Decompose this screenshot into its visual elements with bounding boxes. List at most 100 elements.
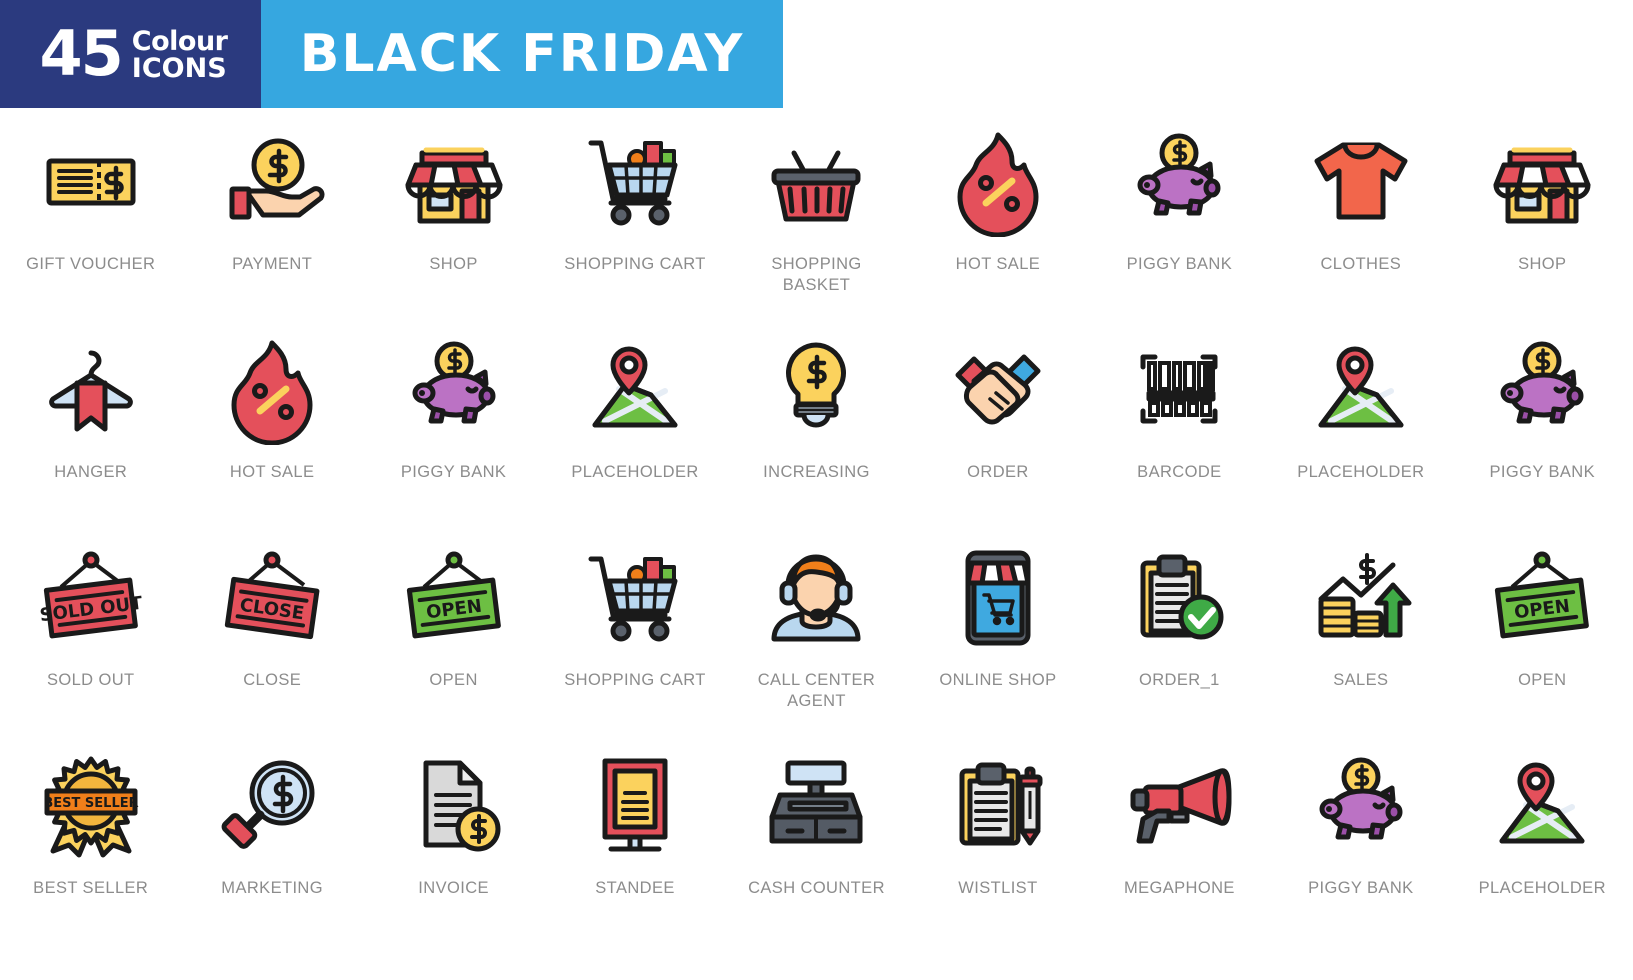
icon-cell-shop-2[interactable]: SHOP	[1452, 108, 1633, 316]
icon-label: HANGER	[54, 463, 128, 481]
icon-cell-order-1[interactable]: ORDER_1	[1089, 524, 1270, 732]
icon-cell-invoice[interactable]: INVOICE	[363, 732, 544, 940]
icon-label: INVOICE	[418, 879, 489, 897]
icon-label: SHOPPING CART	[564, 255, 706, 273]
best-seller-icon: BEST SELLER	[26, 744, 156, 866]
icon-label: HOT SALE	[229, 463, 315, 481]
icon-cell-piggy-bank[interactable]: PIGGY BANK	[1089, 108, 1270, 316]
icon-label: PLACEHOLDER	[1478, 879, 1606, 897]
icon-label: ORDER	[967, 463, 1029, 481]
icon-cell-placeholder-2[interactable]: PLACEHOLDER	[1270, 316, 1451, 524]
open-icon: OPEN	[389, 536, 519, 658]
payment-icon	[207, 120, 337, 242]
icon-cell-order[interactable]: ORDER	[907, 316, 1088, 524]
icon-label: CLOTHES	[1320, 255, 1402, 273]
placeholder-icon	[570, 328, 700, 450]
icon-label: ONLINE SHOP	[939, 671, 1057, 689]
icon-label: PLACEHOLDER	[571, 463, 699, 481]
icon-cell-hanger[interactable]: HANGER	[0, 316, 181, 524]
header-icons-word: ICONS	[131, 53, 227, 84]
icon-cell-barcode[interactable]: BARCODE	[1089, 316, 1270, 524]
piggy-bank-2-icon	[389, 328, 519, 450]
icon-label: MARKETING	[221, 879, 323, 897]
icon-cell-wistlist[interactable]: WISTLIST	[907, 732, 1088, 940]
sold-out-icon: SOLD OUT	[26, 536, 156, 658]
standee-icon	[570, 744, 700, 866]
cash-counter-icon	[751, 744, 881, 866]
icon-label: WISTLIST	[958, 879, 1038, 897]
order-1-icon	[1114, 536, 1244, 658]
piggy-bank-4-icon	[1296, 744, 1426, 866]
icon-label: MEGAPHONE	[1123, 879, 1235, 897]
icon-label: SOLD OUT	[46, 671, 135, 689]
icon-cell-online-shop[interactable]: ONLINE SHOP	[907, 524, 1088, 732]
icon-label: PIGGY BANK	[1308, 879, 1414, 897]
shopping-cart-2-icon	[570, 536, 700, 658]
icon-label: CALL CENTER AGENT	[757, 671, 876, 710]
piggy-bank-3-icon	[1477, 328, 1607, 450]
shopping-basket-icon	[751, 120, 881, 242]
icon-label: SHOPPING BASKET	[771, 255, 862, 294]
placeholder-3-icon	[1477, 744, 1607, 866]
icon-cell-shopping-cart[interactable]: SHOPPING CART	[544, 108, 725, 316]
icon-cell-shopping-basket[interactable]: SHOPPING BASKET	[726, 108, 907, 316]
icon-cell-marketing[interactable]: MARKETING	[181, 732, 362, 940]
header-count-words: Colour ICONS	[132, 26, 228, 82]
icon-label: BEST SELLER	[33, 879, 149, 897]
icon-cell-sold-out[interactable]: SOLD OUT SOLD OUT	[0, 524, 181, 732]
open-2-icon: OPEN	[1477, 536, 1607, 658]
icon-label: SHOPPING CART	[564, 671, 706, 689]
icon-label: PAYMENT	[232, 255, 313, 273]
icon-label: CLOSE	[243, 671, 302, 689]
shopping-cart-icon	[570, 120, 700, 242]
shop-2-icon	[1477, 120, 1607, 242]
svg-text:BEST SELLER: BEST SELLER	[43, 796, 138, 811]
close-icon: CLOSE	[207, 536, 337, 658]
icon-label: CASH COUNTER	[748, 879, 885, 897]
placeholder-2-icon	[1296, 328, 1426, 450]
icon-label: PIGGY BANK	[1489, 463, 1595, 481]
icon-cell-piggy-bank-3[interactable]: PIGGY BANK	[1452, 316, 1633, 524]
icon-cell-clothes[interactable]: CLOTHES	[1270, 108, 1451, 316]
icon-cell-shopping-cart-2[interactable]: SHOPPING CART	[544, 524, 725, 732]
icon-label: GIFT VOUCHER	[26, 255, 156, 273]
icon-cell-best-seller[interactable]: BEST SELLER BEST SELLER	[0, 732, 181, 940]
icon-sheet: 45 Colour ICONS BLACK FRIDAY GIFT VOUCHE…	[0, 0, 1633, 980]
icon-label: PLACEHOLDER	[1297, 463, 1425, 481]
icon-cell-standee[interactable]: STANDEE	[544, 732, 725, 940]
icon-cell-piggy-bank-2[interactable]: PIGGY BANK	[363, 316, 544, 524]
icon-cell-placeholder-3[interactable]: PLACEHOLDER	[1452, 732, 1633, 940]
icon-label: SHOP	[429, 255, 478, 273]
icon-cell-increasing[interactable]: INCREASING	[726, 316, 907, 524]
icon-cell-cash-counter[interactable]: CASH COUNTER	[726, 732, 907, 940]
hanger-icon	[26, 328, 156, 450]
icon-cell-gift-voucher[interactable]: GIFT VOUCHER	[0, 108, 181, 316]
icon-cell-open-2[interactable]: OPEN OPEN	[1452, 524, 1633, 732]
megaphone-icon	[1114, 744, 1244, 866]
sales-icon	[1296, 536, 1426, 658]
icon-cell-piggy-bank-4[interactable]: PIGGY BANK	[1270, 732, 1451, 940]
hot-sale-2-icon	[207, 328, 337, 450]
marketing-icon	[207, 744, 337, 866]
icon-cell-megaphone[interactable]: MEGAPHONE	[1089, 732, 1270, 940]
icon-label: HOT SALE	[955, 255, 1041, 273]
icon-cell-hot-sale[interactable]: HOT SALE	[907, 108, 1088, 316]
header-title-block: BLACK FRIDAY	[261, 0, 783, 108]
icon-cell-call-center-agent[interactable]: CALL CENTER AGENT	[726, 524, 907, 732]
icon-label: PIGGY BANK	[1126, 255, 1233, 273]
online-shop-icon	[933, 536, 1063, 658]
icon-cell-close[interactable]: CLOSE CLOSE	[181, 524, 362, 732]
icon-cell-sales[interactable]: SALES	[1270, 524, 1451, 732]
header-count-block: 45 Colour ICONS	[0, 0, 261, 108]
icon-cell-payment[interactable]: PAYMENT	[181, 108, 362, 316]
icon-cell-shop[interactable]: SHOP	[363, 108, 544, 316]
icon-cell-placeholder[interactable]: PLACEHOLDER	[544, 316, 725, 524]
icon-label: ORDER_1	[1139, 671, 1220, 689]
barcode-icon	[1114, 328, 1244, 450]
order-icon	[933, 328, 1063, 450]
icon-cell-hot-sale-2[interactable]: HOT SALE	[181, 316, 362, 524]
icon-cell-open[interactable]: OPEN OPEN	[363, 524, 544, 732]
page-title: BLACK FRIDAY	[299, 24, 745, 84]
piggy-bank-icon	[1114, 120, 1244, 242]
icon-label: PIGGY BANK	[400, 463, 507, 481]
